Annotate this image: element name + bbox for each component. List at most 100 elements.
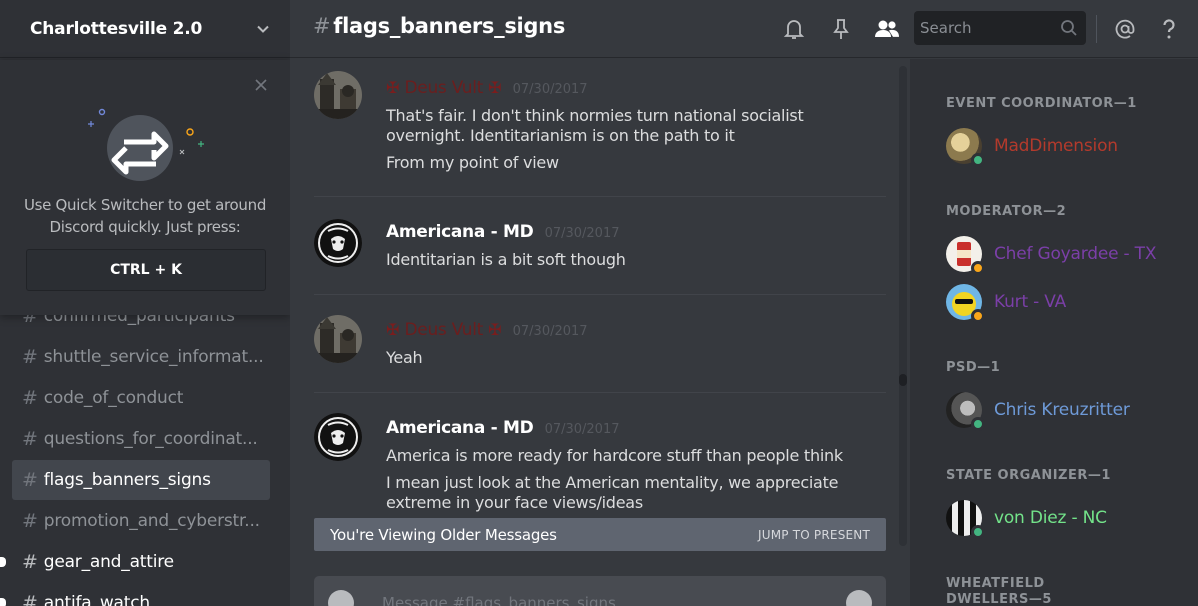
member-item[interactable]: Chef Goyardee - TX <box>946 234 1157 275</box>
channel-hash-icon: # <box>22 469 38 491</box>
channel-label: questions_for_coordinat... <box>43 429 258 449</box>
role-header: WHEATFIELD DWELLERS—5 <box>946 576 1052 606</box>
channel-hash-icon: # <box>22 592 38 606</box>
search-input[interactable] <box>920 17 1050 39</box>
message-timestamp: 07/30/2017 <box>512 82 588 97</box>
guild-header[interactable]: Charlottesville 2.0 <box>0 0 290 58</box>
bell-icon[interactable] <box>782 17 806 41</box>
avatar[interactable] <box>314 315 362 363</box>
message-header: Americana - MD 07/30/2017 <box>386 222 620 242</box>
avatar[interactable] <box>314 413 362 461</box>
status-online-icon <box>971 525 985 539</box>
message-header: ✠ Deus Vult ✠ 07/30/2017 <box>386 78 588 98</box>
member-name: von Diez - NC <box>994 508 1107 528</box>
message-composer <box>314 576 886 606</box>
channel-label: antifa_watch <box>43 593 150 606</box>
channel-hash-icon: # <box>313 14 331 38</box>
older-messages-bar: You're Viewing Older Messages JUMP TO PR… <box>314 518 886 551</box>
quick-switcher-arrows-icon <box>88 108 204 181</box>
channel-item-code-of-conduct[interactable]: # code_of_conduct <box>12 378 270 418</box>
channel-label: promotion_and_cyberstr... <box>43 511 260 531</box>
member-item[interactable]: Chris Kreuzritter <box>946 390 1130 431</box>
channel-item-shuttle-service[interactable]: # shuttle_service_informat... <box>12 337 270 377</box>
pin-icon[interactable] <box>829 17 853 41</box>
avatar[interactable] <box>314 219 362 267</box>
message-header: Americana - MD 07/30/2017 <box>386 418 620 438</box>
scrollbar-track[interactable] <box>899 66 907 546</box>
unread-indicator <box>0 557 6 567</box>
member-name: MadDimension <box>994 136 1118 156</box>
channel-item-questions[interactable]: # questions_for_coordinat... <box>12 419 270 459</box>
message-text: Yeah <box>386 348 423 367</box>
search-box[interactable] <box>914 11 1086 45</box>
chevron-down-icon[interactable] <box>256 22 270 36</box>
message-timestamp: 07/30/2017 <box>544 226 620 241</box>
channel-hash-icon: # <box>22 387 38 409</box>
older-messages-label: You're Viewing Older Messages <box>330 525 557 544</box>
avatar <box>946 500 985 539</box>
message-author[interactable]: Americana - MD <box>386 222 534 242</box>
channel-label: gear_and_attire <box>43 552 174 572</box>
quick-switcher-description: Use Quick Switcher to get around Discord… <box>0 194 290 238</box>
message-author[interactable]: Deus Vult <box>405 320 484 340</box>
role-header: EVENT COORDINATOR—1 <box>946 96 1137 111</box>
member-name: Chris Kreuzritter <box>994 400 1130 420</box>
message-timestamp: 07/30/2017 <box>512 324 588 339</box>
channel-label: code_of_conduct <box>43 388 184 408</box>
quick-switcher-shortcut-button[interactable]: CTRL + K <box>26 249 266 291</box>
emoji-icon[interactable] <box>846 590 872 606</box>
cross-icon: ✠ <box>488 78 502 97</box>
channel-sidebar: Charlottesville 2.0 # confirmed_participa… <box>0 0 290 606</box>
avatar <box>946 236 985 275</box>
avatar <box>946 392 985 431</box>
members-icon[interactable] <box>873 17 901 41</box>
member-list: EVENT COORDINATOR—1 MadDimension MODERAT… <box>910 59 1198 606</box>
message-group: Americana - MD 07/30/2017 Identitarian i… <box>314 197 886 295</box>
status-online-icon <box>971 417 985 431</box>
avatar <box>946 128 985 167</box>
channel-label: flags_banners_signs <box>43 470 211 490</box>
message-timestamp: 07/30/2017 <box>544 422 620 437</box>
message-author[interactable]: Deus Vult <box>405 78 484 98</box>
channel-hash-icon: # <box>22 551 38 573</box>
message-header: ✠ Deus Vult ✠ 07/30/2017 <box>386 320 588 340</box>
member-item[interactable]: von Diez - NC <box>946 498 1107 539</box>
message-scrollbar[interactable] <box>896 66 910 548</box>
scrollbar-thumb[interactable] <box>899 374 907 386</box>
channel-label: shuttle_service_informat... <box>43 347 264 367</box>
mention-icon[interactable] <box>1113 17 1137 41</box>
message-author[interactable]: Americana - MD <box>386 418 534 438</box>
jump-to-present-button[interactable]: JUMP TO PRESENT <box>758 528 870 542</box>
message-text: From my point of view <box>386 153 559 172</box>
upload-plus-icon[interactable] <box>328 590 354 606</box>
avatar <box>946 284 985 323</box>
channel-item-promotion[interactable]: # promotion_and_cyberstr... <box>12 501 270 541</box>
status-idle-icon <box>971 309 985 323</box>
channel-item-flags-banners-signs[interactable]: # flags_banners_signs <box>12 460 270 500</box>
message-group: ✠ Deus Vult ✠ 07/30/2017 Yeah <box>314 295 886 393</box>
quick-switcher-popout: Use Quick Switcher to get around Discord… <box>0 60 290 315</box>
role-header: PSD—1 <box>946 360 1001 375</box>
message-input[interactable] <box>382 592 822 606</box>
unread-indicator <box>0 598 6 606</box>
message-text: I mean just look at the American mentali… <box>386 473 839 512</box>
channel-header: # flags_banners_signs <box>290 0 1198 58</box>
avatar[interactable] <box>314 71 362 119</box>
channel-item-antifa-watch[interactable]: # antifa_watch <box>12 583 270 606</box>
message-text: America is more ready for hardcore stuff… <box>386 446 843 465</box>
channel-list: # confirmed_participants # shuttle_service… <box>0 296 290 606</box>
close-icon[interactable] <box>254 78 268 92</box>
toolbar-divider <box>1096 15 1097 43</box>
member-item[interactable]: MadDimension <box>946 126 1118 167</box>
cross-icon: ✠ <box>488 320 502 339</box>
cross-icon: ✠ <box>386 78 400 97</box>
channel-title: # flags_banners_signs <box>313 14 565 38</box>
status-online-icon <box>971 153 985 167</box>
guild-name: Charlottesville 2.0 <box>30 18 203 39</box>
channel-hash-icon: # <box>22 346 38 368</box>
quick-switcher-line1: Use Quick Switcher to get around <box>23 196 267 214</box>
help-icon[interactable] <box>1157 17 1181 41</box>
message-group: ✠ Deus Vult ✠ 07/30/2017 That's fair. I … <box>314 59 886 197</box>
channel-item-gear-and-attire[interactable]: # gear_and_attire <box>12 542 270 582</box>
member-item[interactable]: Kurt - VA <box>946 282 1066 323</box>
